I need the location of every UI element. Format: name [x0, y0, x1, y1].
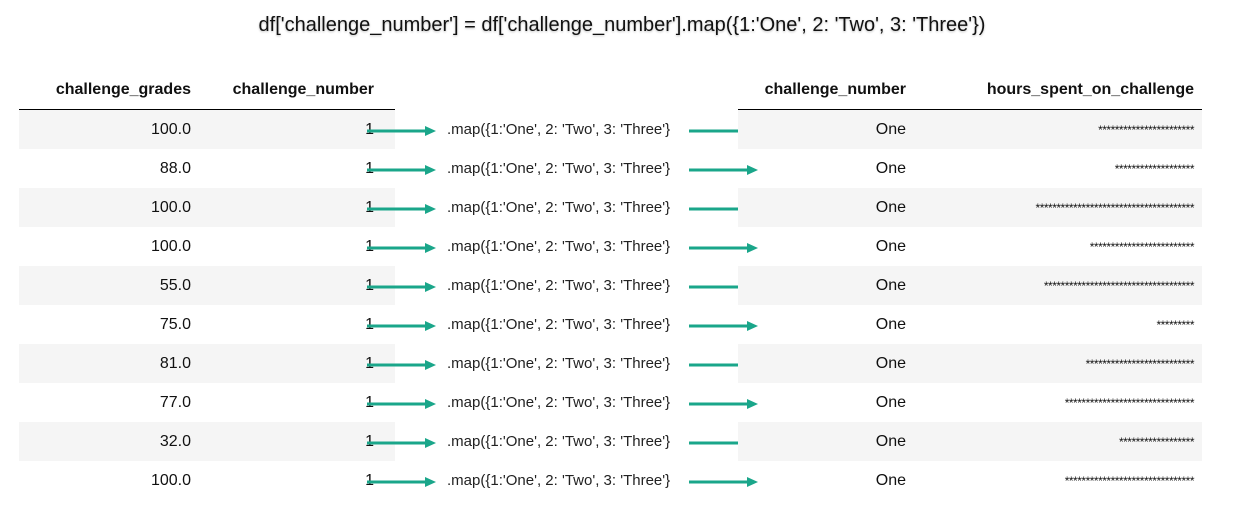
cell-challenge-grades: 32.0 — [19, 422, 204, 461]
cell-challenge-grades: 81.0 — [19, 344, 204, 383]
cell-challenge-number-mapped: One — [875, 159, 906, 177]
cell-challenge-number-mapped: One — [875, 471, 906, 489]
map-call-label: .map({1:'One', 2: 'Two', 3: 'Three'} — [447, 199, 671, 216]
table-row: 81.0 1 — [19, 344, 395, 383]
cell-challenge-number-mapped: One — [738, 188, 906, 227]
map-row: .map({1:'One', 2: 'Two', 3: 'Three'} — [365, 121, 790, 141]
table-row: One ************************************ — [738, 266, 1202, 305]
cell-hours-spent: ******************************* — [1064, 395, 1195, 410]
cell-hours-spent: ******************************* — [1064, 473, 1195, 488]
cell-hours-spent: ************************** — [906, 344, 1202, 383]
table-row: 77.0 1 — [19, 383, 395, 422]
map-call-label: .map({1:'One', 2: 'Two', 3: 'Three'} — [447, 316, 671, 333]
column-header-challenge-number-mapped: challenge_number — [738, 71, 906, 110]
map-call-label: .map({1:'One', 2: 'Two', 3: 'Three'} — [447, 238, 671, 255]
table-row: 100.0 1 — [19, 227, 395, 266]
map-call-label: .map({1:'One', 2: 'Two', 3: 'Three'} — [447, 121, 671, 138]
table-row: 88.0 1 — [19, 149, 395, 188]
column-header-challenge-number: challenge_number — [204, 71, 395, 110]
table-row: 55.0 1 — [19, 266, 395, 305]
table-row: One ******************************* — [738, 383, 1202, 422]
right-arrow-icon — [367, 243, 436, 253]
cell-challenge-number-mapped: One — [738, 109, 906, 149]
map-row: .map({1:'One', 2: 'Two', 3: 'Three'} — [365, 394, 790, 414]
table-row: One ****************** — [738, 422, 1202, 461]
cell-challenge-grades: 100.0 — [150, 471, 191, 489]
right-arrow-icon — [367, 126, 436, 136]
map-row: .map({1:'One', 2: 'Two', 3: 'Three'} — [365, 199, 790, 219]
cell-hours-spent: ********* — [1156, 317, 1194, 332]
cell-challenge-number-mapped: One — [738, 422, 906, 461]
cell-hours-spent: ************************************** — [906, 188, 1202, 227]
map-row: .map({1:'One', 2: 'Two', 3: 'Three'} — [365, 160, 790, 180]
cell-challenge-grades: 77.0 — [159, 393, 191, 411]
cell-challenge-number-mapped: One — [875, 237, 906, 255]
map-row: .map({1:'One', 2: 'Two', 3: 'Three'} — [365, 472, 790, 492]
table-row: 100.0 1 — [19, 188, 395, 227]
table-row: One ************************** — [738, 344, 1202, 383]
cell-hours-spent: ******************* — [1114, 161, 1195, 176]
map-row: .map({1:'One', 2: 'Two', 3: 'Three'} — [365, 277, 790, 297]
column-header-challenge-grades: challenge_grades — [19, 71, 204, 110]
table-row: 32.0 1 — [19, 422, 395, 461]
map-call-label: .map({1:'One', 2: 'Two', 3: 'Three'} — [447, 160, 671, 177]
input-table: challenge_grades challenge_number 100.0 1… — [19, 71, 395, 500]
cell-hours-spent: *********************** — [906, 109, 1202, 149]
cell-challenge-grades: 100.0 — [150, 237, 191, 255]
cell-challenge-number-mapped: One — [875, 315, 906, 333]
right-arrow-icon — [367, 165, 436, 175]
cell-challenge-grades: 100.0 — [19, 188, 204, 227]
table-row: One ******************* — [738, 149, 1202, 188]
right-arrow-icon — [367, 399, 436, 409]
cell-challenge-number-mapped: One — [738, 344, 906, 383]
right-arrow-icon — [367, 204, 436, 214]
map-row: .map({1:'One', 2: 'Two', 3: 'Three'} — [365, 433, 790, 453]
map-call-label: .map({1:'One', 2: 'Two', 3: 'Three'} — [447, 277, 671, 294]
right-arrow-icon — [367, 360, 436, 370]
table-row: 100.0 1 — [19, 109, 395, 149]
right-arrow-icon — [367, 477, 436, 487]
map-call-label: .map({1:'One', 2: 'Two', 3: 'Three'} — [447, 472, 671, 489]
map-call-label: .map({1:'One', 2: 'Two', 3: 'Three'} — [447, 433, 671, 450]
table-row: One ********* — [738, 305, 1202, 344]
table-row: One ************************* — [738, 227, 1202, 266]
cell-hours-spent: ************************************ — [906, 266, 1202, 305]
right-arrow-icon — [367, 321, 436, 331]
table-row: One ******************************* — [738, 461, 1202, 500]
map-row: .map({1:'One', 2: 'Two', 3: 'Three'} — [365, 238, 790, 258]
map-call-label: .map({1:'One', 2: 'Two', 3: 'Three'} — [447, 394, 671, 411]
right-arrow-icon — [367, 438, 436, 448]
cell-challenge-number-mapped: One — [875, 393, 906, 411]
cell-challenge-number-mapped: One — [738, 266, 906, 305]
map-call-label: .map({1:'One', 2: 'Two', 3: 'Three'} — [447, 355, 671, 372]
cell-challenge-grades: 75.0 — [159, 315, 191, 333]
table-row: One *********************** — [738, 109, 1202, 149]
cell-hours-spent: ****************** — [906, 422, 1202, 461]
table-row: 75.0 1 — [19, 305, 395, 344]
table-row: 100.0 1 — [19, 461, 395, 500]
code-title: df['challenge_number'] = df['challenge_n… — [258, 14, 986, 36]
column-header-hours-spent: hours_spent_on_challenge — [906, 71, 1202, 110]
right-arrow-icon — [367, 282, 436, 292]
cell-challenge-grades: 55.0 — [19, 266, 204, 305]
cell-hours-spent: ************************* — [1089, 239, 1195, 254]
cell-challenge-grades: 100.0 — [19, 109, 204, 149]
cell-challenge-grades: 88.0 — [159, 159, 191, 177]
table-row: One *************************************… — [738, 188, 1202, 227]
map-row: .map({1:'One', 2: 'Two', 3: 'Three'} — [365, 355, 790, 375]
map-row: .map({1:'One', 2: 'Two', 3: 'Three'} — [365, 316, 790, 336]
output-table: challenge_number hours_spent_on_challeng… — [738, 71, 1202, 500]
